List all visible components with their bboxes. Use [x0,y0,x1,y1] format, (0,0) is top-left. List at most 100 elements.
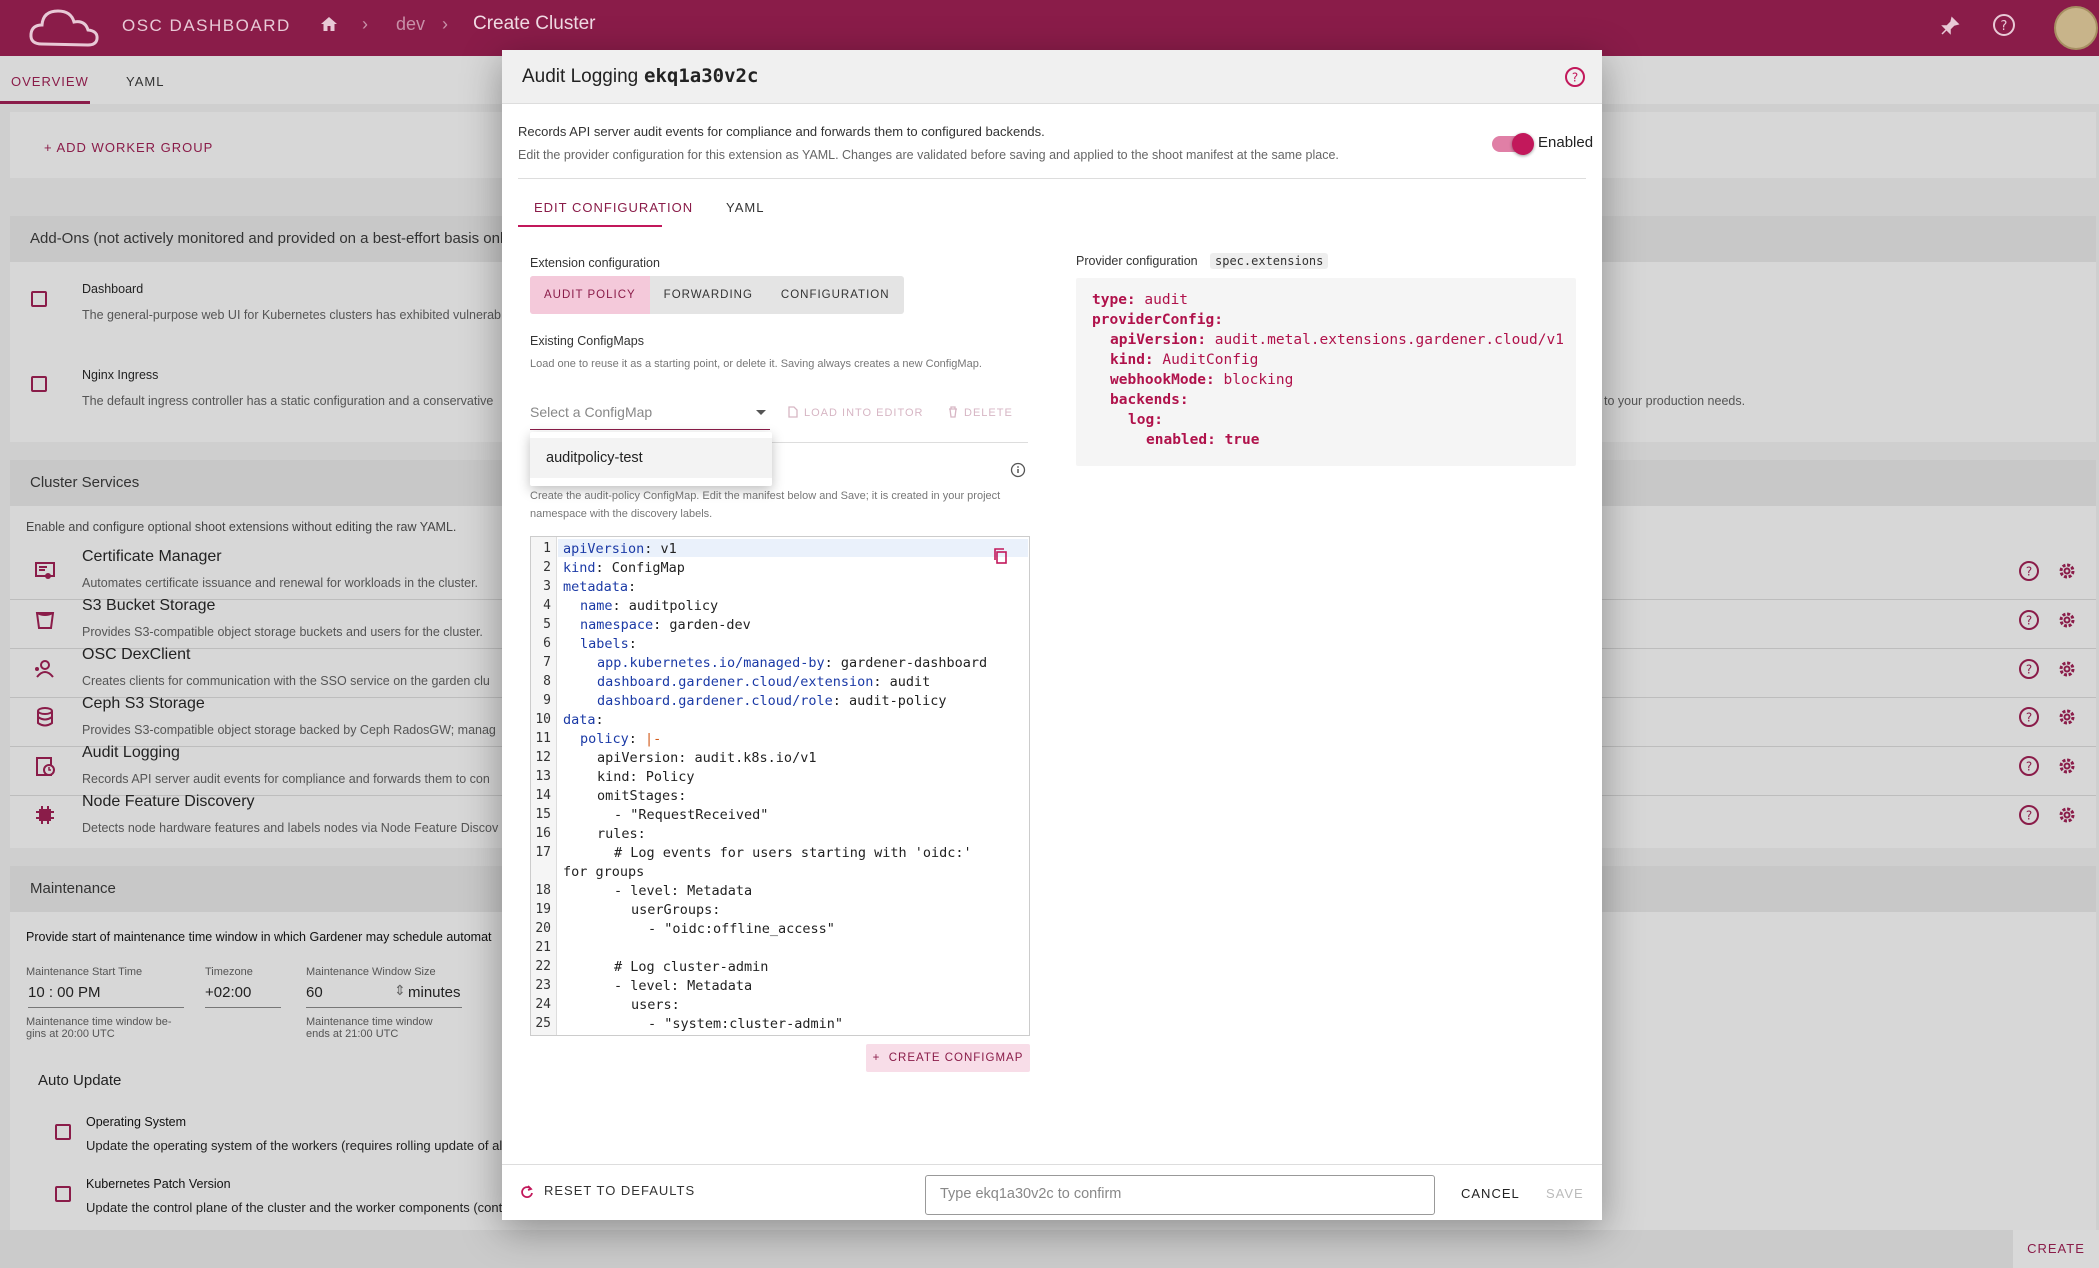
maintenance-start-input[interactable]: 10 : 00 PM [28,984,184,1008]
create-configmap-label: CREATE CONFIGMAP [888,1052,1024,1064]
yaml-key: kind [563,560,596,576]
file-icon [788,406,798,418]
service-name-s3-bucket-storage[interactable]: S3 Bucket Storage [82,597,215,615]
provider-config-label: Provider configuration [1076,254,1198,268]
code-line: namespace: garden-dev [580,617,751,633]
enabled-toggle[interactable] [1492,133,1534,155]
existing-configmaps-hint: Load one to reuse it as a starting point… [530,358,982,370]
line-number: 22 [535,959,551,974]
help-icon[interactable]: ? [2018,609,2040,631]
code-line: dashboard.gardener.cloud/extension: audi… [597,674,930,690]
code-line: rules: [597,826,646,842]
configmap-select[interactable]: Select a ConfigMap [530,404,770,430]
line-number: 5 [543,617,551,632]
help-icon[interactable]: ? [2018,706,2040,728]
create-configmap-button[interactable]: + CREATE CONFIGMAP [866,1044,1030,1072]
line-number: 12 [535,750,551,765]
service-name-ceph-s3-storage[interactable]: Ceph S3 Storage [82,695,205,713]
k8s-update-checkbox[interactable] [55,1186,71,1202]
save-button[interactable]: SAVE [1546,1186,1584,1201]
service-name-certificate-manager[interactable]: Certificate Manager [82,548,222,566]
segment-forwarding[interactable]: FORWARDING [650,276,767,314]
add-worker-group-button[interactable]: + ADD WORKER GROUP [44,140,213,155]
help-icon[interactable]: ? [2018,755,2040,777]
gear-icon[interactable] [2056,560,2078,582]
provider-code-line: type: audit [1092,292,1188,308]
segment-configuration[interactable]: CONFIGURATION [767,276,904,314]
provider-code-line: providerConfig: [1092,312,1223,328]
yaml-value: garden-dev [661,617,751,633]
tab-edit-configuration[interactable]: EDIT CONFIGURATION [534,200,693,215]
avatar[interactable] [2054,6,2098,50]
dialog-header: Audit Logging ekq1a30v2c ? [502,50,1602,104]
yaml-key: app.kubernetes.io/managed-by [597,655,825,671]
delete-configmap-button[interactable]: DELETE [948,406,1013,419]
help-icon[interactable]: ? [1564,66,1586,88]
line-number: 14 [535,788,551,803]
yaml-value: ConfigMap [603,560,685,576]
app-title[interactable]: OSC DASHBOARD [122,16,291,36]
tab-yaml[interactable]: YAML [126,74,164,89]
tab-overview[interactable]: OVERVIEW [11,74,89,89]
service-desc-osc-dexclient: Creates clients for communication with t… [82,674,490,688]
audit-clock-icon [36,757,55,776]
timezone-input[interactable]: +02:00 [205,984,281,1008]
stepper-icon[interactable]: ⇕ [394,982,406,999]
gear-icon[interactable] [2056,804,2078,826]
yaml-editor[interactable]: 1 apiVersion: v1 2 kind: ConfigMap 3 metadata… [530,536,1030,1036]
gear-icon[interactable] [2056,609,2078,631]
create-button[interactable]: CREATE [2013,1230,2099,1268]
svg-text:?: ? [1572,71,1578,85]
help-icon[interactable]: ? [1992,13,2016,37]
addon-checkbox-dashboard[interactable] [31,291,47,307]
yaml-colon: : [832,693,841,709]
reset-to-defaults-button[interactable]: RESET TO DEFAULTS [544,1183,695,1198]
service-name-audit-logging[interactable]: Audit Logging [82,744,180,762]
addon-checkbox-nginx-ingress[interactable] [31,376,47,392]
yaml-colon: : [628,579,637,595]
configmap-option[interactable]: auditpolicy-test [530,438,772,478]
create-hint: namespace with the discovery labels. [530,508,713,520]
segment-audit-policy[interactable]: AUDIT POLICY [530,276,650,314]
svg-text:?: ? [2026,809,2032,823]
code-line: name: auditpolicy [580,598,718,614]
svg-text:?: ? [2001,19,2008,34]
service-desc-node-feature-discovery: Detects node hardware features and label… [82,821,499,835]
copy-icon[interactable] [992,547,1008,565]
cancel-button[interactable]: CANCEL [1461,1186,1520,1201]
line-number: 2 [543,560,551,575]
yaml-key: metadata [563,579,629,595]
help-icon[interactable]: ? [2018,804,2040,826]
help-icon[interactable]: ? [2018,658,2040,680]
provider-yaml-value: AuditConfig [1153,352,1259,368]
gear-icon[interactable] [2056,755,2078,777]
yaml-key: labels [580,636,629,652]
code-line: - "oidc:offline_access" [648,921,835,937]
load-into-editor-button[interactable]: LOAD INTO EDITOR [788,406,924,419]
user-network-icon [35,660,54,678]
service-name-node-feature-discovery[interactable]: Node Feature Discovery [82,793,255,811]
cloud-logo-icon[interactable] [28,6,100,50]
reset-icon [521,1185,533,1198]
home-icon[interactable] [320,15,338,33]
confirm-name-input[interactable]: Type ekq1a30v2c to confirm [925,1175,1435,1215]
yaml-colon: : [1197,332,1207,348]
line-number: 3 [543,579,551,594]
tab-yaml[interactable]: YAML [726,200,764,215]
provider-yaml-key: apiVersion [1110,332,1198,348]
audit-logging-dialog: Audit Logging ekq1a30v2c ? Records API s… [502,50,1602,1220]
yaml-colon: : [595,712,604,728]
service-name-osc-dexclient[interactable]: OSC DexClient [82,646,190,664]
window-size-input[interactable]: 60 ⇕ minutes [306,982,462,1008]
gear-icon[interactable] [2056,706,2078,728]
yaml-value: gardener-dashboard [832,655,988,671]
os-update-checkbox[interactable] [55,1124,71,1140]
breadcrumb-project[interactable]: dev [396,14,425,35]
gear-icon[interactable] [2056,658,2078,680]
info-icon[interactable] [1010,462,1026,478]
provider-code-line: enabled: true [1146,432,1260,448]
provider-yaml-key: backends [1110,392,1180,408]
help-icon[interactable]: ? [2018,560,2040,582]
pin-icon[interactable] [1940,16,1960,36]
existing-configmaps-label: Existing ConfigMaps [530,334,644,348]
